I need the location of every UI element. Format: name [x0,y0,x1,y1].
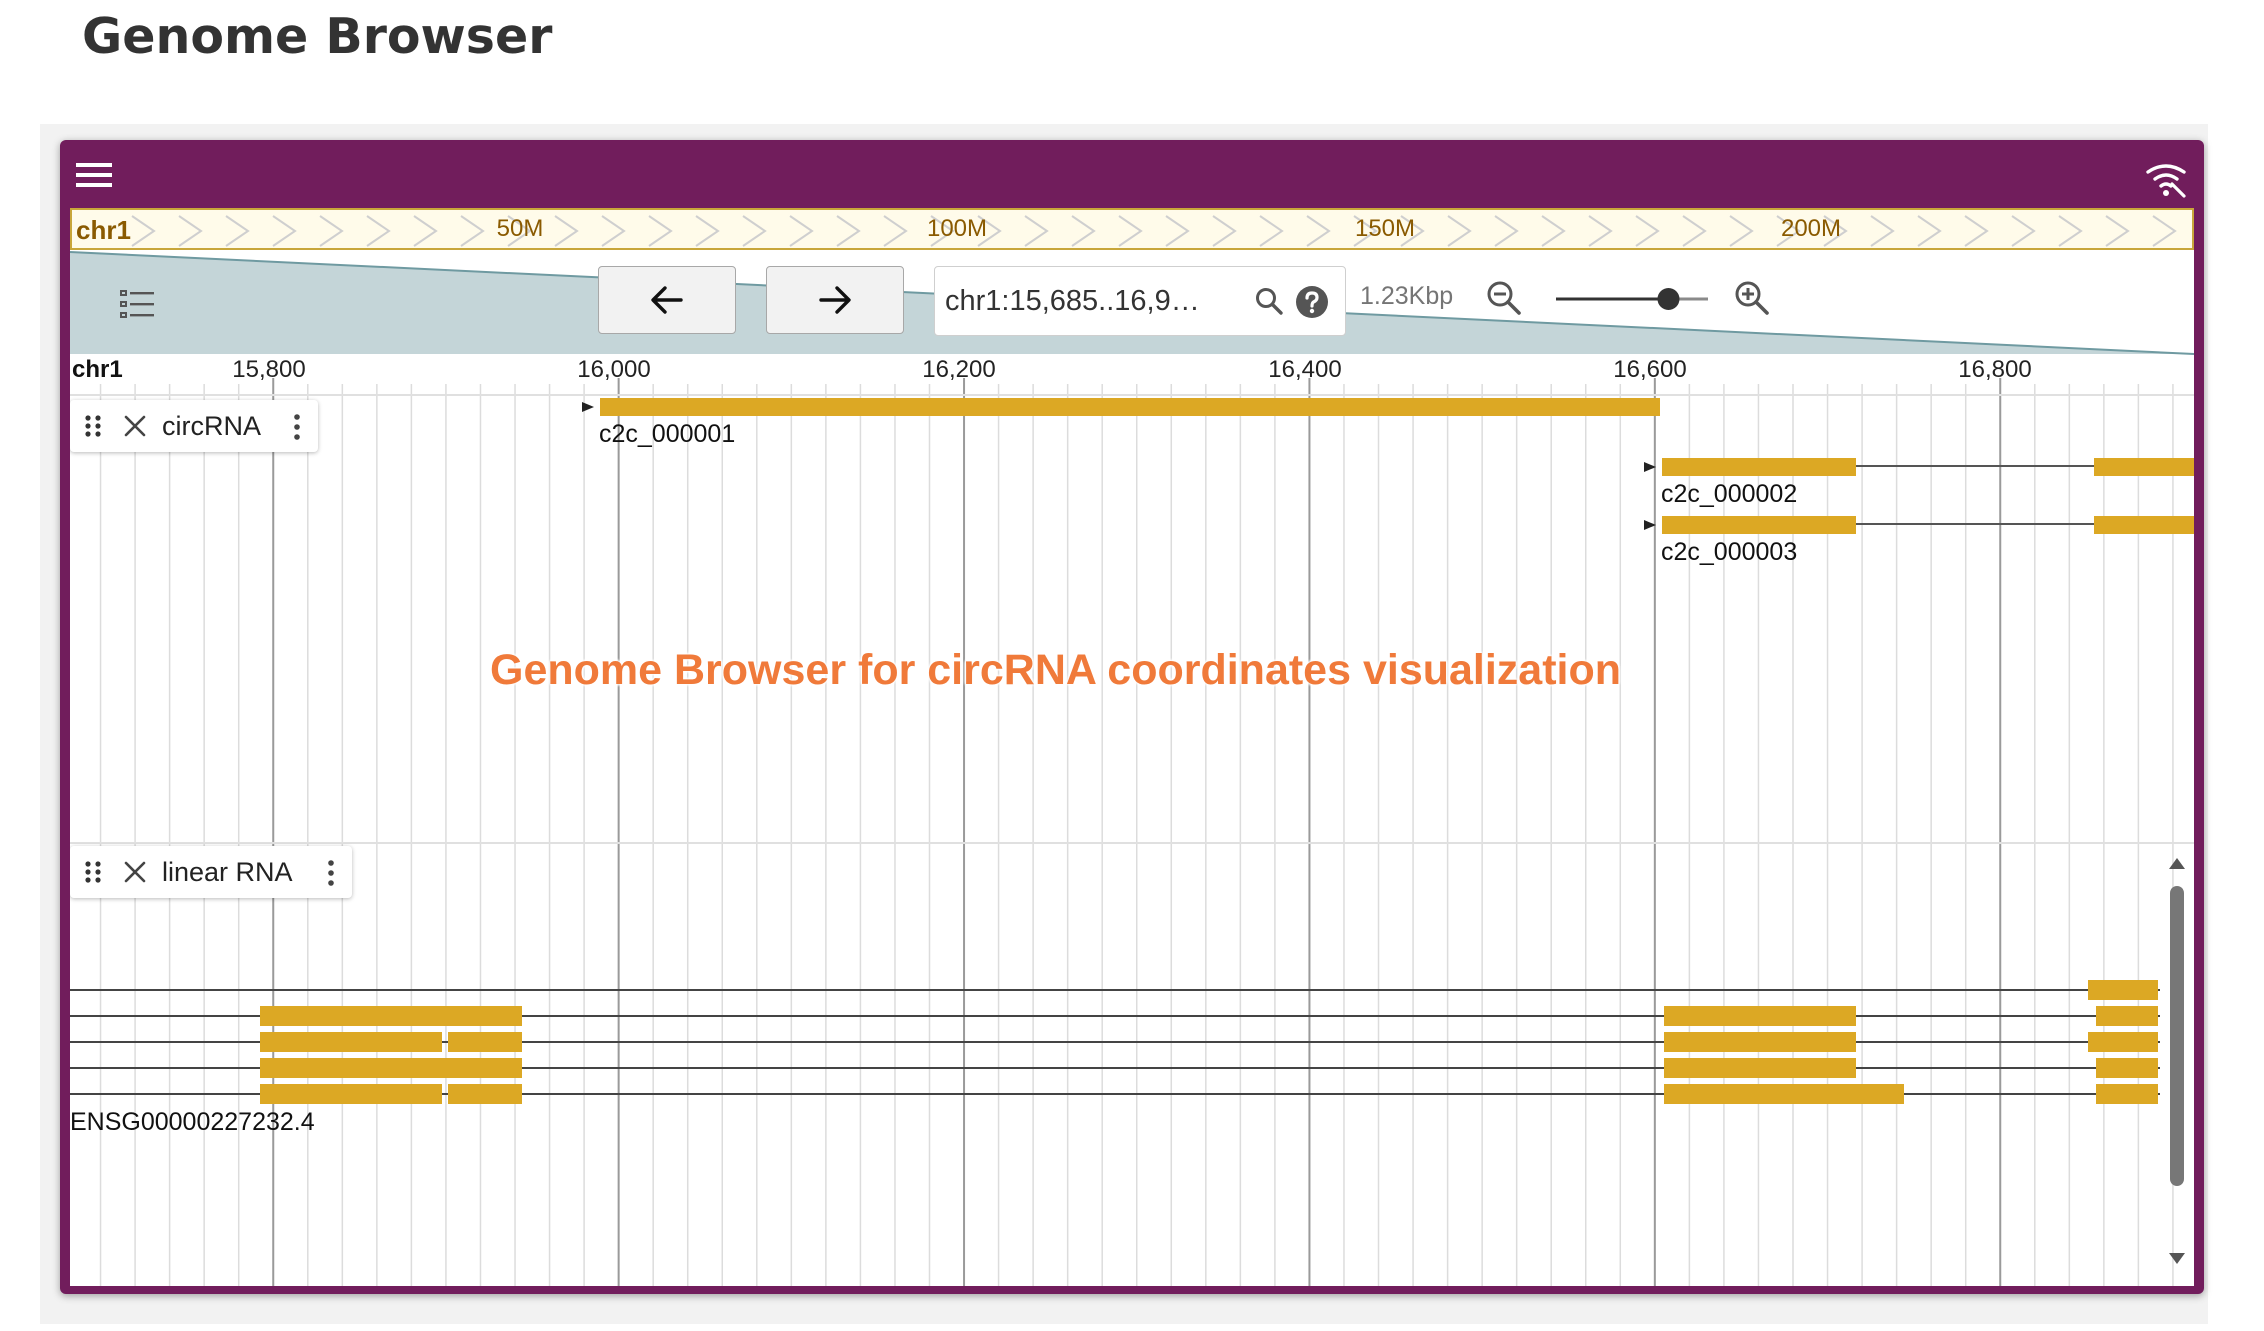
bp-per-view-label: 1.23Kbp [1360,282,1454,310]
help-icon[interactable] [1295,285,1329,319]
exon [2088,1032,2158,1052]
close-icon[interactable] [122,859,148,885]
exon [260,1032,442,1052]
circrna-feature-c2c_000002-exon [2094,458,2194,476]
feature-label[interactable]: c2c_000002 [1661,480,1797,509]
ruler-tick-label: 16,000 [577,356,651,383]
circrna-feature-c2c_000003 [1662,516,1856,534]
exon [448,1084,522,1104]
scroll-down-icon[interactable] [2168,1252,2186,1266]
arrow-left-icon [651,286,683,314]
search-icon[interactable] [1253,285,1285,317]
arrow-right-icon [819,286,851,314]
linear-rna-features [70,980,2160,1104]
zoom-slider[interactable] [1552,286,1712,312]
coordinate-grid [70,251,2194,1286]
exon [260,1058,522,1078]
feature-label[interactable]: c2c_000003 [1661,538,1797,567]
drag-handle-icon[interactable] [82,859,104,885]
track-menu-icon[interactable] [292,413,302,441]
exon [2096,1084,2158,1104]
ruler-tick-label: 16,800 [1958,356,2032,383]
exon [1664,1084,1826,1104]
ruler-tick-label: 15,800 [232,356,306,383]
circrna-feature-c2c_000002 [1662,458,1856,476]
exon [1664,1006,1856,1026]
circrna-feature-c2c_000003-exon [2094,516,2194,534]
ruler-tick-label: 16,200 [922,356,996,383]
page-title: Genome Browser [82,8,553,65]
exon [1832,1084,1856,1104]
circrna-features [582,398,2194,534]
track-selector-icon[interactable] [120,288,156,320]
ruler-tick-label: 16,600 [1613,356,1687,383]
exon [260,1084,442,1104]
track-menu-icon[interactable] [326,859,336,887]
exon [2088,980,2158,1000]
location-input[interactable] [945,281,1235,321]
drag-handle-icon[interactable] [82,413,104,439]
location-search-box [934,266,1346,336]
exon [2096,1058,2158,1078]
ruler-tick-label: 16,400 [1268,356,1342,383]
exon [448,1032,522,1052]
annotation-overlay: Genome Browser for circRNA coordinates v… [490,646,1622,694]
scroll-up-icon[interactable] [2168,856,2186,870]
scroll-right-button[interactable] [766,266,904,334]
feature-label[interactable]: c2c_000001 [599,420,735,449]
gene-label[interactable]: ENSG00000227232.4 [70,1108,315,1137]
strand-arrow-icon [582,402,594,412]
track-label-circrna[interactable]: circRNA [70,400,318,452]
zoom-out-icon[interactable] [1484,278,1524,318]
zoom-in-icon[interactable] [1732,278,1772,318]
scroll-left-button[interactable] [598,266,736,334]
menu-icon[interactable] [76,160,114,190]
network-status-icon [2146,164,2186,198]
circrna-feature-c2c_000001 [600,398,1660,416]
exon [1664,1058,1856,1078]
track-name: linear RNA [162,857,293,887]
grid-lines [99,378,2174,1286]
exon [260,1006,522,1026]
close-icon[interactable] [122,413,148,439]
exon [2096,1006,2158,1026]
track-name: circRNA [162,411,261,441]
genome-viewport[interactable]: chr1 50M 100M 150M 200M chr1:15,685..16,… [70,208,2194,1286]
navigation-controls: 1.23Kbp [70,252,2194,362]
ruler-chromosome-label: chr1 [72,356,123,383]
track-label-linear-rna[interactable]: linear RNA [70,846,352,898]
scrollbar-thumb[interactable] [2170,886,2184,1186]
exon [1664,1032,1856,1052]
